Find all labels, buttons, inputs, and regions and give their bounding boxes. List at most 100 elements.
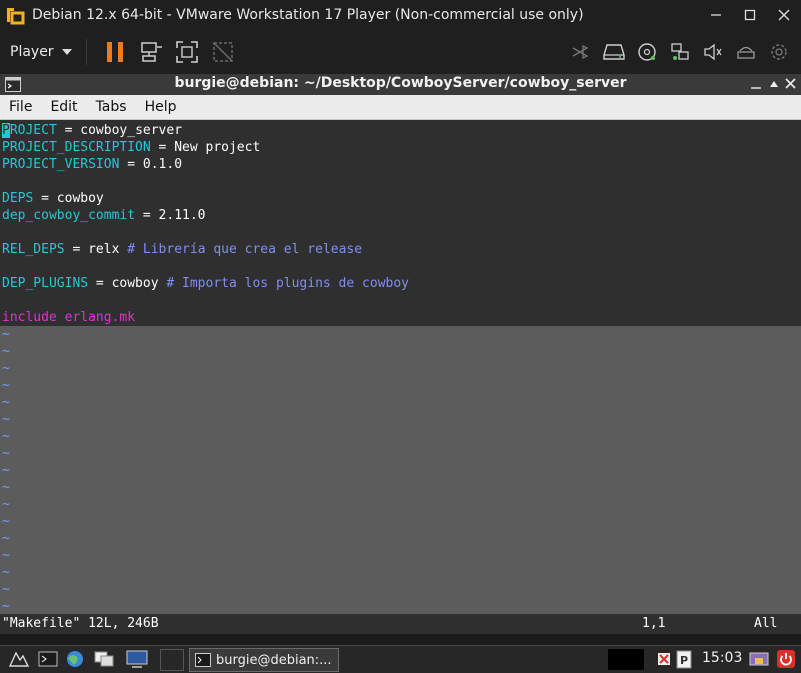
bluetooth-icon [572, 45, 588, 59]
lock-screen-icon [749, 652, 769, 666]
status-file-info: "Makefile" 12L, 246B [2, 616, 159, 631]
terminal-content[interactable]: PROJECT = cowboy_server PROJECT_DESCRIPT… [0, 120, 801, 614]
close-button[interactable] [767, 0, 801, 30]
code-variable: dep_cowboy_commit [2, 208, 136, 223]
vmware-logo-icon [4, 4, 26, 26]
code-value: = cowboy_server [56, 123, 183, 138]
code-variable: ROJECT [9, 123, 57, 138]
menu-help[interactable]: Help [136, 99, 186, 115]
windows-icon [94, 651, 114, 667]
network-adapter-device-button[interactable] [663, 36, 696, 68]
code-variable: REL_DEPS [2, 242, 65, 257]
tilde-marker: ~ [2, 429, 10, 444]
tilde-marker: ~ [2, 497, 10, 512]
code-line-12: include erlang.mk [2, 309, 135, 326]
fullscreen-icon [175, 41, 198, 63]
code-comment: # Librería que crea el release [127, 242, 363, 257]
lock-screen-button[interactable] [748, 649, 770, 669]
fullscreen-button[interactable] [169, 36, 205, 68]
svg-text:P: P [680, 654, 688, 667]
tilde-marker: ~ [2, 548, 10, 563]
sound-device-button[interactable] [696, 36, 729, 68]
minimize-icon [711, 14, 721, 16]
tilde-marker: ~ [2, 582, 10, 597]
globe-icon [67, 651, 83, 667]
cd-dvd-device-button[interactable] [630, 36, 663, 68]
taskbar: burgie@debian:... P 15:03 [0, 645, 801, 673]
usb-device-button[interactable] [762, 36, 795, 68]
taskbar-window-label: burgie@debian:... [216, 652, 332, 668]
hard-disk-icon [602, 44, 625, 60]
power-icon [777, 650, 795, 668]
window-title: Debian 12.x 64-bit - VMware Workstation … [32, 7, 584, 23]
code-line-2: PROJECT_DESCRIPTION = New project [2, 139, 260, 156]
terminal-title: burgie@debian: ~/Desktop/CowboyServer/co… [174, 75, 627, 91]
settings-gear-icon [770, 44, 787, 60]
code-value: = New project [150, 140, 261, 155]
code-variable: PROJECT_VERSION [2, 157, 120, 172]
taskbar-window-terminal[interactable]: burgie@debian:... [189, 648, 339, 672]
bluetooth-device-button[interactable] [564, 36, 597, 68]
close-icon [778, 9, 790, 21]
start-menu-button[interactable] [8, 649, 30, 669]
system-tray-area [608, 649, 644, 670]
clock[interactable]: 15:03 [702, 650, 742, 666]
minimize-button[interactable] [699, 0, 733, 30]
code-line-6: dep_cowboy_commit = 2.11.0 [2, 207, 206, 224]
browser-launcher[interactable] [64, 649, 86, 669]
code-value: = cowboy [88, 276, 167, 291]
status-cursor-position: 1,1 [642, 616, 666, 631]
menu-file[interactable]: File [0, 99, 41, 115]
vmware-toolbar: Player [0, 30, 801, 74]
maximize-terminal-icon[interactable] [769, 78, 779, 88]
editor-buffer: PROJECT = cowboy_server PROJECT_DESCRIPT… [0, 120, 801, 326]
pause-button[interactable] [97, 36, 133, 68]
code-variable: DEP_PLUGINS [2, 276, 89, 291]
code-keyword: erlang.mk [56, 310, 136, 325]
tilde-marker: ~ [2, 412, 10, 427]
hard-disk-device-button[interactable] [597, 36, 630, 68]
code-value: = 0.1.0 [119, 157, 183, 172]
tilde-marker: ~ [2, 446, 10, 461]
status-scroll: All [754, 616, 778, 631]
terminal-window-icon [195, 653, 211, 667]
menu-tabs[interactable]: Tabs [87, 99, 136, 115]
code-line-10: DEP_PLUGINS = cowboy # Importa los plugi… [2, 275, 409, 292]
menu-edit[interactable]: Edit [41, 99, 86, 115]
logout-button[interactable] [775, 649, 797, 669]
maximize-icon [744, 9, 756, 21]
terminal-launcher[interactable] [37, 649, 59, 669]
desktop-icon [126, 650, 148, 668]
show-desktop-button[interactable] [126, 649, 148, 669]
code-keyword: include [2, 310, 57, 325]
code-value: = 2.11.0 [135, 208, 206, 223]
code-value: = relx [64, 242, 128, 257]
tilde-marker: ~ [2, 395, 10, 410]
cd-dvd-icon [637, 43, 656, 61]
printer-icon [736, 46, 755, 59]
printer-device-button[interactable] [729, 36, 762, 68]
network-status-icon[interactable] [656, 649, 672, 669]
player-menu-button[interactable]: Player [10, 37, 72, 67]
workspace-pager[interactable] [160, 649, 184, 671]
tilde-marker: ~ [2, 378, 10, 393]
code-comment: # Importa los plugins de cowboy [166, 276, 410, 291]
clipboard-icon: P [676, 650, 692, 669]
vim-status-line: "Makefile" 12L, 246B 1,1 All [0, 614, 801, 634]
chevron-down-icon [61, 49, 72, 55]
file-manager-launcher[interactable] [93, 649, 115, 669]
clipboard-tray-icon[interactable]: P [674, 649, 694, 669]
maximize-button[interactable] [733, 0, 767, 30]
code-variable: DEPS [2, 191, 34, 206]
send-ctrl-alt-del-button[interactable] [133, 36, 169, 68]
player-menu-label: Player [10, 44, 54, 60]
tilde-marker: ~ [2, 463, 10, 478]
editor-cursor: P [2, 123, 10, 138]
lxde-menu-icon [8, 651, 30, 667]
terminal-scrollbar[interactable] [787, 120, 801, 614]
minimize-terminal-icon[interactable] [751, 81, 761, 89]
close-terminal-icon[interactable] [785, 78, 796, 89]
code-line-5: DEPS = cowboy [2, 190, 104, 207]
unity-button[interactable] [205, 36, 241, 68]
code-line-3: PROJECT_VERSION = 0.1.0 [2, 156, 182, 173]
